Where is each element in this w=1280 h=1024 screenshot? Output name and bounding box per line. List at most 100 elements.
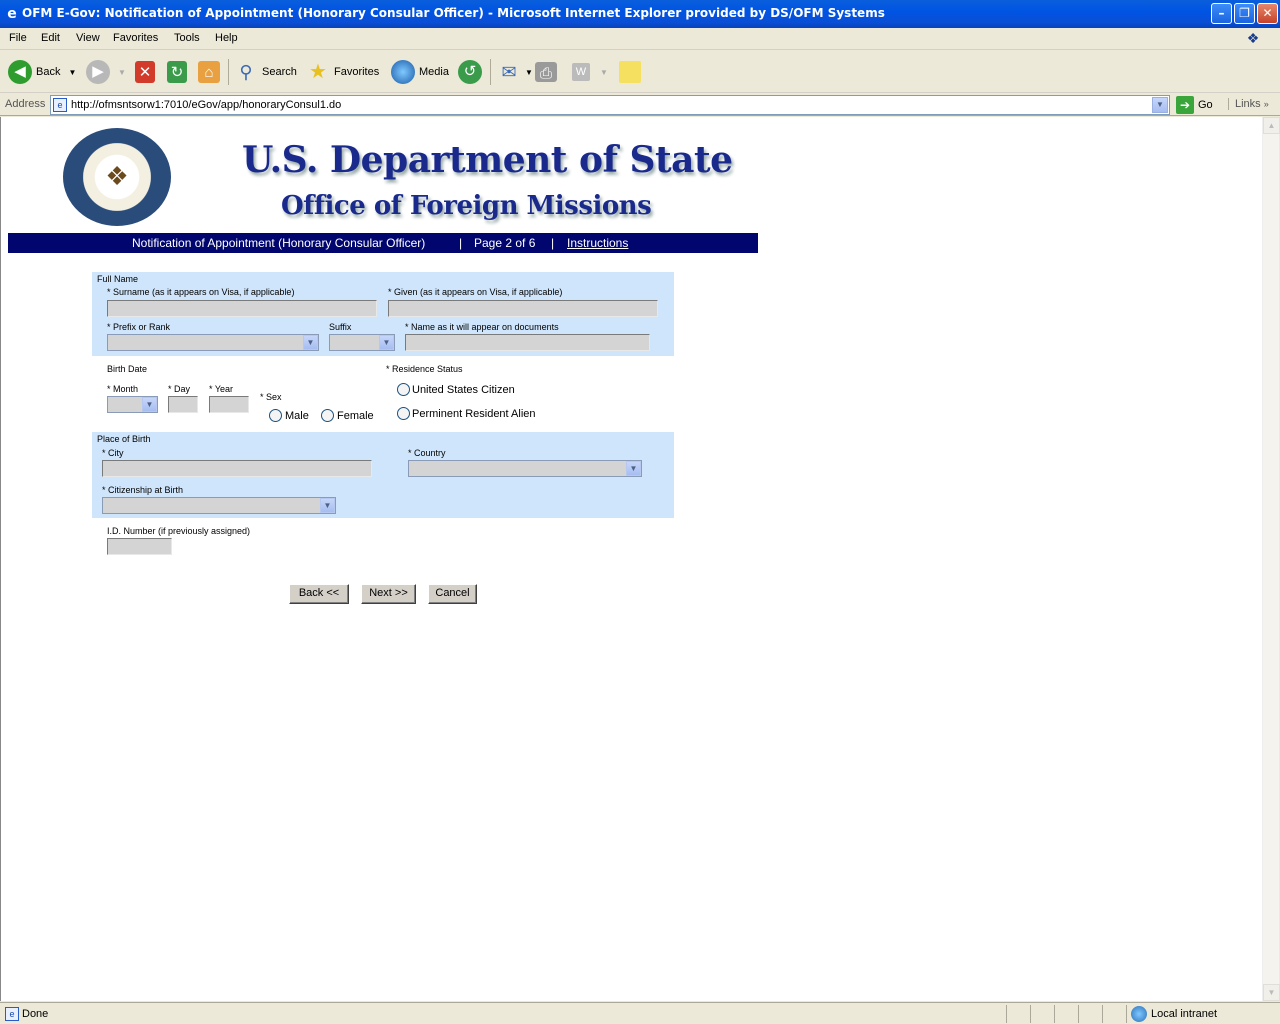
back-form-button[interactable]: Back <<: [289, 584, 349, 604]
menu-favorites[interactable]: Favorites: [113, 32, 158, 44]
print-button[interactable]: ⎙: [535, 59, 561, 85]
chevron-down-icon: ▼: [379, 335, 394, 350]
refresh-button[interactable]: ↻: [167, 59, 191, 85]
address-url[interactable]: http://ofmsntsorw1:7010/eGov/app/honorar…: [71, 99, 341, 111]
word-edit-icon: W: [572, 63, 590, 81]
month-label: * Month: [107, 384, 139, 394]
menu-bar: File Edit View Favorites Tools Help ❖: [0, 28, 1280, 50]
go-button[interactable]: ➔ Go: [1176, 96, 1213, 114]
status-divider: [1030, 1005, 1031, 1023]
given-name-input[interactable]: [388, 300, 658, 317]
page-subtitle: Office of Foreign Missions: [281, 191, 652, 221]
history-button[interactable]: ↺: [458, 59, 486, 85]
place-of-birth-panel: Place of Birth * City * Country ▼ * Citi…: [92, 432, 674, 518]
country-label: * Country: [408, 448, 446, 458]
cancel-button[interactable]: Cancel: [428, 584, 477, 604]
status-divider: [1078, 1005, 1079, 1023]
address-input[interactable]: e http://ofmsntsorw1:7010/eGov/app/honor…: [50, 95, 1170, 115]
male-radio[interactable]: [269, 409, 282, 422]
mail-button[interactable]: ✉ ▼: [497, 59, 533, 85]
form-title: Notification of Appointment (Honorary Co…: [132, 236, 426, 250]
window-title: OFM E-Gov: Notification of Appointment (…: [22, 6, 885, 20]
forward-dropdown-icon[interactable]: ▼: [118, 68, 126, 77]
country-select[interactable]: ▼: [408, 460, 642, 477]
status-divider: [1006, 1005, 1007, 1023]
id-number-input[interactable]: [107, 538, 172, 555]
place-of-birth-heading: Place of Birth: [97, 434, 151, 444]
history-icon: ↺: [458, 60, 482, 84]
surname-input[interactable]: [107, 300, 377, 317]
menu-edit[interactable]: Edit: [41, 32, 60, 44]
full-name-panel: Full Name * Surname (as it appears on Vi…: [92, 272, 674, 356]
chevron-down-icon: ▼: [626, 461, 641, 476]
nav-separator: |: [551, 236, 555, 250]
maximize-button[interactable]: ❐: [1234, 3, 1255, 24]
birth-date-heading: Birth Date: [107, 364, 148, 374]
stop-button[interactable]: ✕: [135, 59, 159, 85]
city-label: * City: [102, 448, 124, 458]
citizenship-select[interactable]: ▼: [102, 497, 336, 514]
suffix-select[interactable]: ▼: [329, 334, 395, 351]
menu-help[interactable]: Help: [215, 32, 238, 44]
media-button[interactable]: Media: [391, 59, 449, 85]
home-button[interactable]: ⌂: [198, 59, 224, 85]
forward-button[interactable]: ▶ ▼: [86, 59, 126, 85]
back-dropdown-icon[interactable]: ▼: [68, 68, 76, 77]
status-divider: [1126, 1005, 1127, 1023]
prefix-select[interactable]: ▼: [107, 334, 319, 351]
id-number-label: I.D. Number (if previously assigned): [107, 526, 251, 536]
close-button[interactable]: ✕: [1257, 3, 1278, 24]
chevron-right-icon: »: [1263, 99, 1269, 109]
links-button[interactable]: Links »: [1228, 98, 1269, 110]
next-button[interactable]: Next >>: [361, 584, 416, 604]
back-button[interactable]: ◀ Back ▼: [8, 59, 76, 85]
refresh-icon: ↻: [167, 61, 187, 83]
department-seal: ❖: [63, 128, 171, 226]
us-citizen-radio[interactable]: [397, 383, 410, 396]
search-button[interactable]: ⚲ Search: [234, 59, 296, 85]
discuss-button[interactable]: [619, 59, 645, 85]
eagle-icon: ❖: [105, 161, 129, 191]
menu-tools[interactable]: Tools: [174, 32, 200, 44]
zone-label: Local intranet: [1151, 1008, 1218, 1020]
status-divider: [1054, 1005, 1055, 1023]
menu-file[interactable]: File: [9, 32, 27, 44]
doc-name-input[interactable]: [405, 334, 650, 351]
toolbar-separator: [228, 59, 229, 85]
page-indicator: Page 2 of 6: [474, 236, 536, 250]
chevron-down-icon: ▼: [142, 397, 157, 412]
mail-dropdown-icon[interactable]: ▼: [525, 68, 533, 77]
female-radio[interactable]: [321, 409, 334, 422]
full-name-heading: Full Name: [97, 274, 139, 284]
year-input[interactable]: [209, 396, 249, 413]
month-select[interactable]: ▼: [107, 396, 158, 413]
note-icon: [619, 61, 641, 83]
resident-alien-radio[interactable]: [397, 407, 410, 420]
address-dropdown-icon[interactable]: ▼: [1152, 97, 1168, 113]
day-label: * Day: [168, 384, 191, 394]
back-arrow-icon: ◀: [8, 60, 32, 84]
surname-label: * Surname (as it appears on Visa, if app…: [107, 287, 295, 297]
toolbar: ◀ Back ▼ ▶ ▼ ✕ ↻ ⌂ ⚲ Search ★ Favorites …: [0, 51, 1280, 93]
status-bar: e Done Local intranet: [0, 1002, 1280, 1024]
us-citizen-label: United States Citizen: [412, 384, 515, 396]
city-input[interactable]: [102, 460, 372, 477]
instructions-link[interactable]: Instructions: [567, 236, 628, 250]
page-done-icon: e: [5, 1007, 19, 1021]
menu-view[interactable]: View: [76, 32, 100, 44]
vertical-scrollbar[interactable]: ▲ ▼: [1262, 117, 1280, 1001]
favorites-star-icon: ★: [309, 61, 327, 83]
intranet-globe-icon: [1131, 1006, 1147, 1022]
page-title: U.S. Department of State: [242, 139, 733, 181]
edit-button[interactable]: W ▼: [572, 59, 608, 85]
favorites-button[interactable]: ★ Favorites: [306, 59, 379, 85]
address-bar: Address e http://ofmsntsorw1:7010/eGov/a…: [0, 94, 1280, 116]
scroll-down-icon[interactable]: ▼: [1263, 984, 1280, 1001]
minimize-button[interactable]: –: [1211, 3, 1232, 24]
citizenship-label: * Citizenship at Birth: [102, 485, 184, 495]
scroll-up-icon[interactable]: ▲: [1263, 117, 1280, 134]
print-icon: ⎙: [535, 62, 557, 82]
window-title-bar: e OFM E-Gov: Notification of Appointment…: [0, 0, 1280, 28]
day-input[interactable]: [168, 396, 198, 413]
edit-dropdown-icon[interactable]: ▼: [600, 68, 608, 77]
